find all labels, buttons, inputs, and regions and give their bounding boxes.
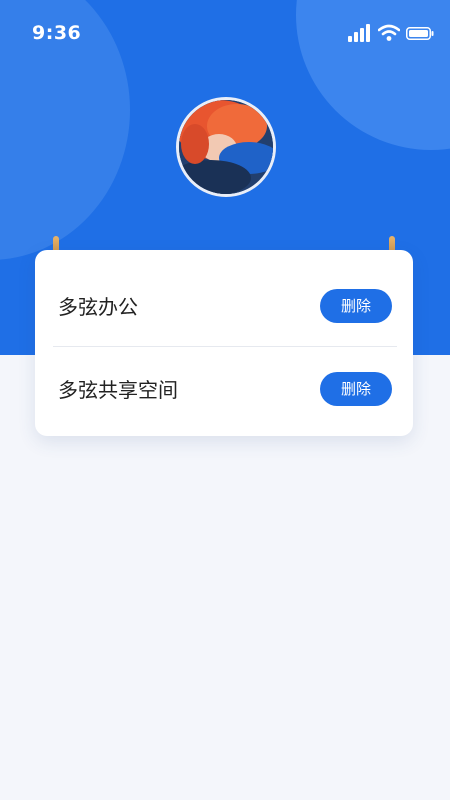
battery-icon xyxy=(406,27,434,40)
space-list-card: 多弦办公 删除 多弦共享空间 删除 xyxy=(35,250,413,436)
list-item: 多弦办公 删除 xyxy=(35,264,413,344)
delete-button[interactable]: 删除 xyxy=(320,289,392,323)
signal-icon xyxy=(348,24,370,42)
list-item: 多弦共享空间 删除 xyxy=(35,347,413,427)
space-name-label: 多弦共享空间 xyxy=(58,378,178,402)
avatar-photo xyxy=(179,100,273,194)
status-time: 9:36 xyxy=(32,22,82,44)
avatar[interactable] xyxy=(176,97,276,197)
status-bar: 9:36 xyxy=(0,0,450,70)
delete-button[interactable]: 删除 xyxy=(320,372,392,406)
wifi-icon xyxy=(378,24,400,41)
space-name-label: 多弦办公 xyxy=(58,295,138,319)
